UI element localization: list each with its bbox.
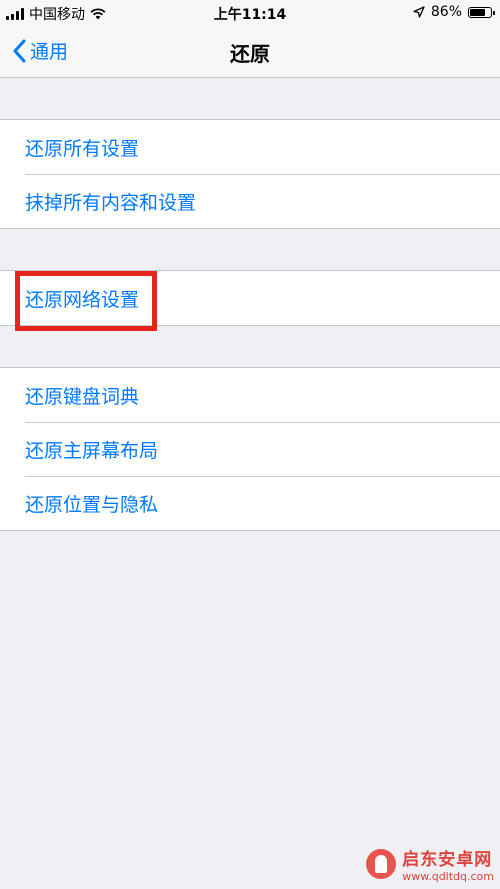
watermark-url: www.qdltdq.com (402, 870, 494, 883)
battery-percent: 86% (430, 4, 462, 20)
settings-group-2: 还原网络设置 (0, 270, 500, 326)
watermark: 启东安卓网 www.qdltdq.com (366, 845, 494, 883)
reset-network-settings-row[interactable]: 还原网络设置 (0, 271, 500, 325)
status-right: 86% (413, 4, 495, 20)
settings-group-3: 还原键盘词典 还原主屏幕布局 还原位置与隐私 (0, 367, 500, 531)
location-arrow-icon (413, 6, 425, 18)
erase-all-content-row[interactable]: 抹掉所有内容和设置 (0, 174, 500, 228)
battery-fill (470, 8, 486, 16)
row-label: 抹掉所有内容和设置 (25, 191, 197, 214)
reset-keyboard-dictionary-row[interactable]: 还原键盘词典 (0, 368, 500, 422)
settings-group-1: 还原所有设置 抹掉所有内容和设置 (0, 119, 500, 229)
row-label: 还原键盘词典 (25, 385, 140, 408)
status-bar: 中国移动 上午11:14 86% (0, 0, 500, 26)
watermark-title: 启东安卓网 (402, 850, 493, 870)
page-title: 还原 (230, 42, 270, 66)
row-label: 还原位置与隐私 (25, 493, 159, 516)
navigation-bar: 通用 还原 (0, 26, 500, 78)
battery-icon (468, 6, 495, 18)
row-label: 还原网络设置 (25, 288, 140, 311)
reset-location-privacy-row[interactable]: 还原位置与隐私 (0, 476, 500, 530)
watermark-logo-icon (366, 849, 397, 879)
row-label: 还原主屏幕布局 (25, 439, 159, 462)
row-label: 还原所有设置 (25, 137, 140, 160)
reset-all-settings-row[interactable]: 还原所有设置 (0, 120, 500, 174)
reset-home-screen-layout-row[interactable]: 还原主屏幕布局 (0, 422, 500, 476)
